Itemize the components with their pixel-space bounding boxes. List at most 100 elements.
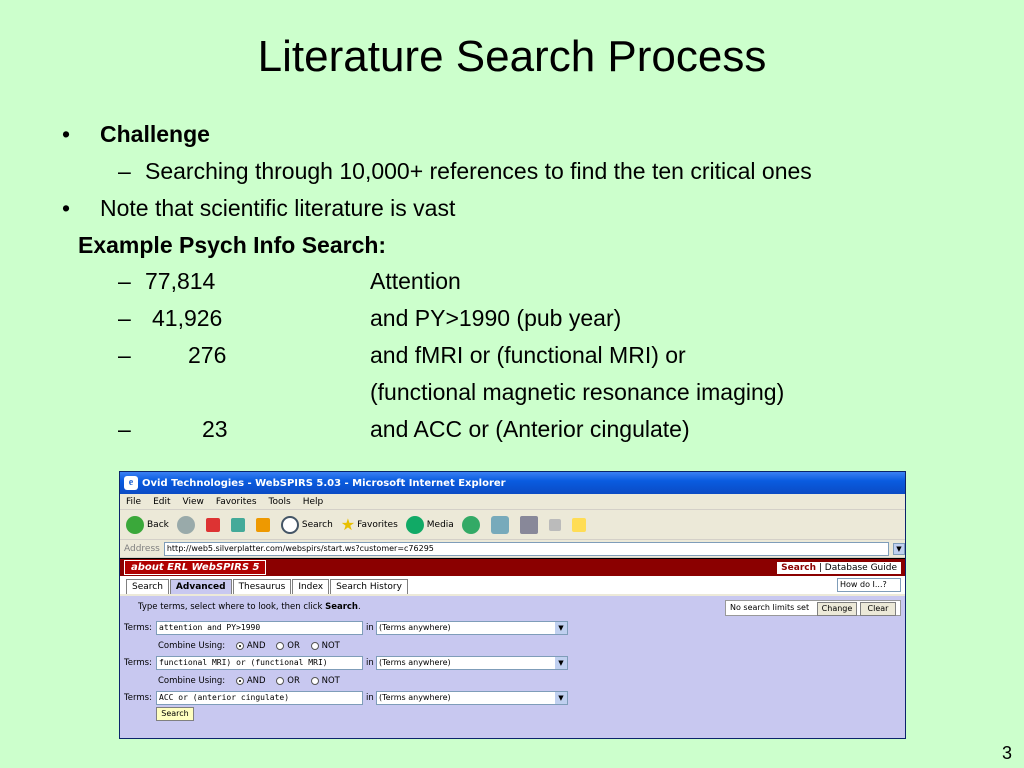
favorites-button[interactable]: ★ Favorites (341, 515, 398, 534)
home-icon (255, 517, 270, 532)
combine-using-2: Combine Using: AND OR NOT (158, 676, 340, 686)
top-links: Search | Database Guide (777, 561, 901, 574)
tab-advanced[interactable]: Advanced (169, 579, 232, 594)
change-button[interactable]: Change (817, 602, 857, 616)
menu-file[interactable]: File (126, 497, 141, 507)
radio-and-1[interactable] (235, 641, 244, 650)
webspirs-logo: about ERL WebSPIRS 5 (124, 560, 267, 575)
media-button[interactable]: Media (405, 515, 454, 534)
search-icon (280, 515, 299, 534)
term-input-3[interactable]: ACC or (anterior cingulate) (156, 691, 363, 705)
in-label: in (366, 623, 374, 633)
search-submit-button[interactable]: Search (156, 707, 194, 721)
clear-button[interactable]: Clear (860, 602, 896, 616)
in-label: in (366, 693, 374, 703)
radio-not-2[interactable] (310, 676, 319, 685)
star-icon: ★ (340, 515, 356, 534)
menu-help[interactable]: Help (303, 497, 324, 507)
result-count: 77,814 (145, 268, 216, 294)
terms-label: Terms: (124, 623, 152, 633)
bullet-marker: • (62, 195, 71, 221)
dash-marker: – (118, 305, 131, 331)
tab-thesaurus[interactable]: Thesaurus (232, 579, 292, 594)
radio-not-1[interactable] (310, 641, 319, 650)
mail-button[interactable] (490, 515, 512, 534)
database-guide-link[interactable]: Database Guide (825, 563, 897, 573)
search-tabs: Search Advanced Thesaurus Index Search H… (120, 576, 905, 594)
menu-tools[interactable]: Tools (269, 497, 291, 507)
home-button[interactable] (255, 517, 273, 532)
webspirs-header: about ERL WebSPIRS 5 Search | Database G… (120, 558, 905, 576)
term-input-2[interactable]: functional MRI) or (functional MRI) (156, 656, 363, 670)
advanced-search-form: Type terms, select where to look, then c… (120, 596, 905, 738)
field-select-3[interactable]: (Terms anywhere) ▼ (376, 691, 568, 705)
slide-title: Literature Search Process (257, 32, 767, 81)
refresh-icon (230, 517, 245, 532)
refresh-button[interactable] (230, 517, 248, 532)
radio-or-1[interactable] (276, 641, 285, 650)
field-select-1[interactable]: (Terms anywhere) ▼ (376, 621, 568, 635)
result-count: 276 (188, 342, 227, 368)
address-input[interactable]: http://web5.silverplatter.com/webspirs/s… (163, 541, 889, 556)
browser-window: e Ovid Technologies - WebSPIRS 5.03 - Mi… (119, 471, 906, 739)
ie-logo-icon: e (124, 476, 138, 490)
tab-search-history[interactable]: Search History (330, 579, 408, 594)
chevron-down-icon: ▼ (555, 692, 567, 704)
edit-button[interactable] (548, 518, 564, 531)
radio-or-2[interactable] (276, 676, 285, 685)
in-label: in (366, 658, 374, 668)
back-arrow-icon (126, 515, 144, 534)
top-search-link[interactable]: Search (781, 563, 816, 573)
dash-marker: – (118, 158, 131, 184)
chevron-down-icon: ▼ (555, 622, 567, 634)
dash-marker: – (118, 342, 131, 368)
bullet-marker: • (62, 121, 71, 147)
tab-index[interactable]: Index (292, 579, 330, 594)
stop-button[interactable] (205, 517, 223, 532)
window-title: Ovid Technologies - WebSPIRS 5.03 - Micr… (142, 477, 506, 489)
result-count: 41,926 (152, 305, 223, 331)
field-select-2[interactable]: (Terms anywhere) ▼ (376, 656, 568, 670)
radio-and-2[interactable] (235, 676, 244, 685)
how-do-i-select[interactable]: How do I...? (837, 578, 901, 592)
chevron-down-icon[interactable]: ▼ (893, 542, 905, 555)
page-number: 3 (1001, 743, 1012, 763)
address-label: Address (124, 543, 160, 554)
result-query: and ACC or (Anterior cingulate) (370, 416, 690, 442)
messenger-button[interactable] (571, 517, 589, 532)
terms-label: Terms: (124, 658, 152, 668)
toolbar: Back Search ★ Favorites Media (120, 510, 905, 540)
print-button[interactable] (519, 515, 541, 534)
menu-bar: File Edit View Favorites Tools Help (120, 494, 905, 510)
print-icon (519, 515, 538, 534)
menu-edit[interactable]: Edit (153, 497, 170, 507)
term-input-1[interactable]: attention and PY>1990 (156, 621, 363, 635)
menu-favorites[interactable]: Favorites (216, 497, 257, 507)
result-count: 23 (202, 416, 228, 442)
tab-search[interactable]: Search (126, 579, 169, 594)
result-query-continued: (functional magnetic resonance imaging) (370, 379, 785, 405)
example-heading: Example Psych Info Search: (78, 232, 387, 258)
result-query: Attention (370, 268, 461, 294)
address-bar: Address http://web5.silverplatter.com/we… (120, 540, 905, 558)
note-icon (571, 517, 586, 532)
menu-view[interactable]: View (183, 497, 204, 507)
bullet-challenge: Challenge (100, 121, 210, 147)
dash-marker: – (118, 268, 131, 294)
result-query: and PY>1990 (pub year) (370, 305, 622, 331)
window-titlebar: e Ovid Technologies - WebSPIRS 5.03 - Mi… (120, 472, 905, 494)
forward-arrow-icon (176, 515, 195, 534)
history-button[interactable] (461, 515, 483, 534)
chevron-down-icon: ▼ (555, 657, 567, 669)
terms-label: Terms: (124, 693, 152, 703)
combine-using-1: Combine Using: AND OR NOT (158, 641, 340, 651)
history-icon (461, 515, 480, 534)
forward-button[interactable] (176, 515, 198, 534)
edit-icon (548, 518, 561, 531)
bullet-literature-vast: Note that scientific literature is vast (100, 195, 456, 221)
media-icon (405, 515, 424, 534)
result-query: and fMRI or (functional MRI) or (370, 342, 686, 368)
back-button[interactable]: Back (126, 515, 169, 534)
search-button[interactable]: Search (280, 515, 333, 534)
dash-marker: – (118, 416, 131, 442)
